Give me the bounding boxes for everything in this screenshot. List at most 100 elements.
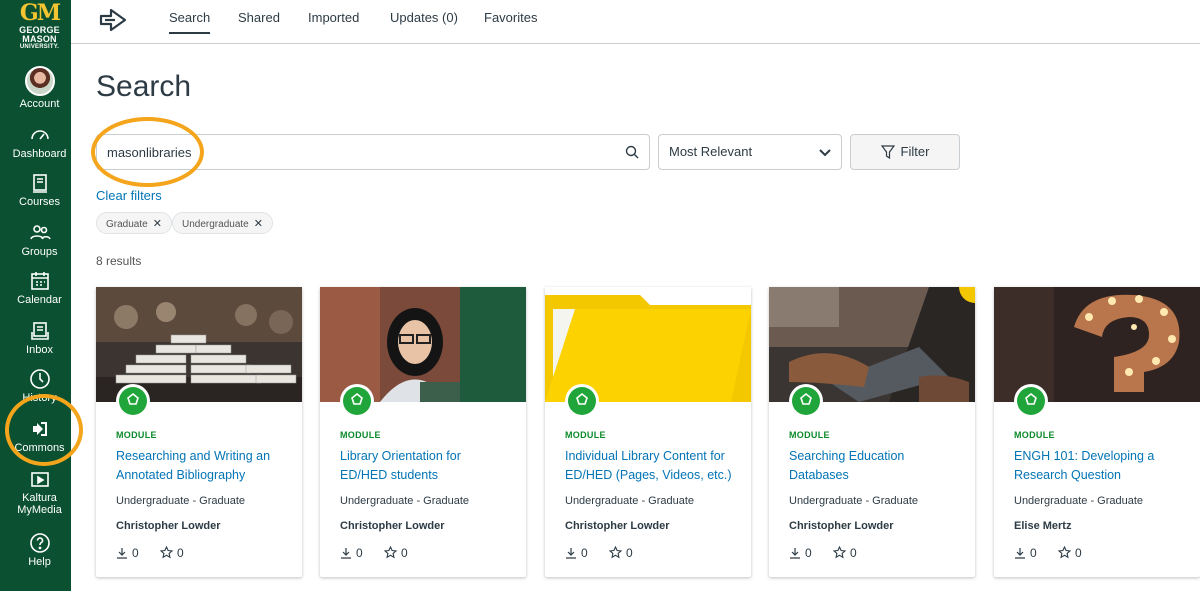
module-icon bbox=[351, 392, 363, 405]
results-count: 8 results bbox=[96, 254, 142, 268]
history-icon bbox=[29, 369, 50, 389]
university-logo[interactable]: GM GEORGE MASON UNIVERSITY. bbox=[4, 0, 75, 58]
card-levels: Undergraduate - Graduate bbox=[565, 495, 695, 507]
card-type: MODULE bbox=[1014, 430, 1055, 440]
nav-dashboard[interactable]: Dashboard bbox=[4, 124, 75, 160]
download-count: 0 bbox=[116, 546, 139, 560]
tab-updates[interactable]: Updates (0) bbox=[390, 0, 458, 44]
nav-inbox[interactable]: Inbox bbox=[4, 320, 75, 356]
tab-imported[interactable]: Imported bbox=[308, 0, 359, 44]
card-title[interactable]: Researching and Writing an Annotated Bib… bbox=[116, 447, 286, 485]
module-badge bbox=[340, 384, 374, 418]
card-levels: Undergraduate - Graduate bbox=[116, 495, 246, 507]
dashboard-icon bbox=[30, 130, 49, 140]
nav-dashboard-label: Dashboard bbox=[12, 148, 67, 160]
download-count: 0 bbox=[565, 546, 588, 560]
courses-icon bbox=[32, 174, 47, 193]
download-icon bbox=[117, 548, 127, 559]
chip-label: Undergraduate bbox=[182, 219, 249, 230]
star-icon bbox=[832, 545, 847, 559]
card-stats: 0 0 bbox=[1014, 545, 1100, 560]
nav-help[interactable]: Help bbox=[4, 532, 75, 568]
card-title[interactable]: Searching Education Databases bbox=[789, 447, 959, 485]
search-icon[interactable] bbox=[625, 145, 639, 159]
favorite-count[interactable]: 0 bbox=[608, 545, 633, 560]
sort-selected-value: Most Relevant bbox=[669, 144, 753, 159]
inbox-icon bbox=[30, 322, 49, 340]
sort-select[interactable]: Most Relevant bbox=[658, 134, 842, 170]
close-icon[interactable]: ✕ bbox=[254, 218, 263, 230]
nav-account[interactable]: Account bbox=[4, 66, 75, 110]
card-stats: 0 0 bbox=[340, 545, 426, 560]
download-icon bbox=[341, 548, 351, 559]
download-count: 0 bbox=[789, 546, 812, 560]
favorite-count[interactable]: 0 bbox=[1057, 545, 1082, 560]
card-author: Christopher Lowder bbox=[340, 520, 445, 532]
nav-account-label: Account bbox=[19, 98, 60, 110]
module-badge bbox=[116, 384, 150, 418]
module-badge bbox=[1014, 384, 1048, 418]
avatar bbox=[24, 66, 55, 96]
nav-kaltura[interactable]: Kaltura MyMedia bbox=[4, 468, 75, 516]
tab-shared[interactable]: Shared bbox=[238, 0, 280, 44]
card-author: Christopher Lowder bbox=[565, 520, 670, 532]
download-icon bbox=[790, 548, 800, 559]
result-card[interactable]: MODULE Researching and Writing an Annota… bbox=[96, 287, 302, 577]
nav-courses-label: Courses bbox=[19, 196, 60, 208]
download-icon bbox=[566, 548, 576, 559]
logo-line2: MASON bbox=[22, 34, 57, 44]
nav-commons-label: Commons bbox=[14, 442, 65, 454]
result-card[interactable]: MODULE Individual Library Content for ED… bbox=[545, 287, 751, 577]
download-icon bbox=[1015, 548, 1025, 559]
clear-filters-link[interactable]: Clear filters bbox=[96, 188, 162, 203]
nav-help-label: Help bbox=[28, 556, 51, 568]
logo-line3: UNIVERSITY. bbox=[19, 44, 60, 50]
nav-groups[interactable]: Groups bbox=[4, 222, 75, 258]
card-author: Christopher Lowder bbox=[116, 520, 221, 532]
module-icon bbox=[576, 392, 588, 405]
nav-history[interactable]: History bbox=[4, 368, 75, 404]
groups-icon bbox=[29, 225, 51, 240]
star-icon bbox=[159, 545, 174, 559]
nav-inbox-label: Inbox bbox=[26, 344, 53, 356]
star-icon bbox=[383, 545, 398, 559]
result-card[interactable]: MODULE Library Orientation for ED/HED st… bbox=[320, 287, 526, 577]
result-card[interactable]: MODULE Searching Education Databases Und… bbox=[769, 287, 975, 577]
filter-button[interactable]: Filter bbox=[850, 134, 960, 170]
nav-courses[interactable]: Courses bbox=[4, 172, 75, 208]
nav-history-label: History bbox=[22, 392, 57, 404]
card-levels: Undergraduate - Graduate bbox=[1014, 495, 1144, 507]
result-card[interactable]: MODULE ENGH 101: Developing a Research Q… bbox=[994, 287, 1200, 577]
module-icon bbox=[1025, 392, 1037, 405]
nav-kaltura-label-2: MyMedia bbox=[17, 504, 62, 516]
card-type: MODULE bbox=[789, 430, 830, 440]
nav-groups-label: Groups bbox=[21, 246, 58, 258]
card-title[interactable]: Individual Library Content for ED/HED (P… bbox=[565, 447, 735, 485]
favorite-count[interactable]: 0 bbox=[159, 545, 184, 560]
module-badge bbox=[565, 384, 599, 418]
card-author: Elise Mertz bbox=[1014, 520, 1072, 532]
tab-search[interactable]: Search bbox=[169, 0, 211, 44]
tab-favorites[interactable]: Favorites bbox=[484, 0, 537, 44]
close-icon[interactable]: ✕ bbox=[153, 218, 162, 230]
help-icon bbox=[29, 533, 50, 553]
commons-logo-icon[interactable] bbox=[98, 7, 130, 33]
nav-commons[interactable]: Commons bbox=[4, 418, 75, 454]
favorite-count[interactable]: 0 bbox=[832, 545, 857, 560]
favorite-count[interactable]: 0 bbox=[383, 545, 408, 560]
nav-calendar[interactable]: Calendar bbox=[4, 270, 75, 306]
page-title: Search bbox=[96, 70, 192, 103]
search-input[interactable] bbox=[107, 141, 607, 163]
card-title[interactable]: ENGH 101: Developing a Research Question bbox=[1014, 447, 1184, 485]
card-type: MODULE bbox=[565, 430, 606, 440]
kaltura-icon bbox=[30, 472, 49, 487]
card-levels: Undergraduate - Graduate bbox=[789, 495, 919, 507]
filter-chip-undergraduate[interactable]: Undergraduate ✕ bbox=[172, 212, 273, 234]
filter-icon bbox=[880, 145, 895, 160]
download-count: 0 bbox=[340, 546, 363, 560]
module-icon bbox=[127, 392, 139, 405]
filter-chip-graduate[interactable]: Graduate ✕ bbox=[96, 212, 172, 234]
calendar-icon bbox=[30, 272, 49, 290]
card-title[interactable]: Library Orientation for ED/HED students bbox=[340, 447, 510, 485]
search-box bbox=[96, 134, 650, 170]
